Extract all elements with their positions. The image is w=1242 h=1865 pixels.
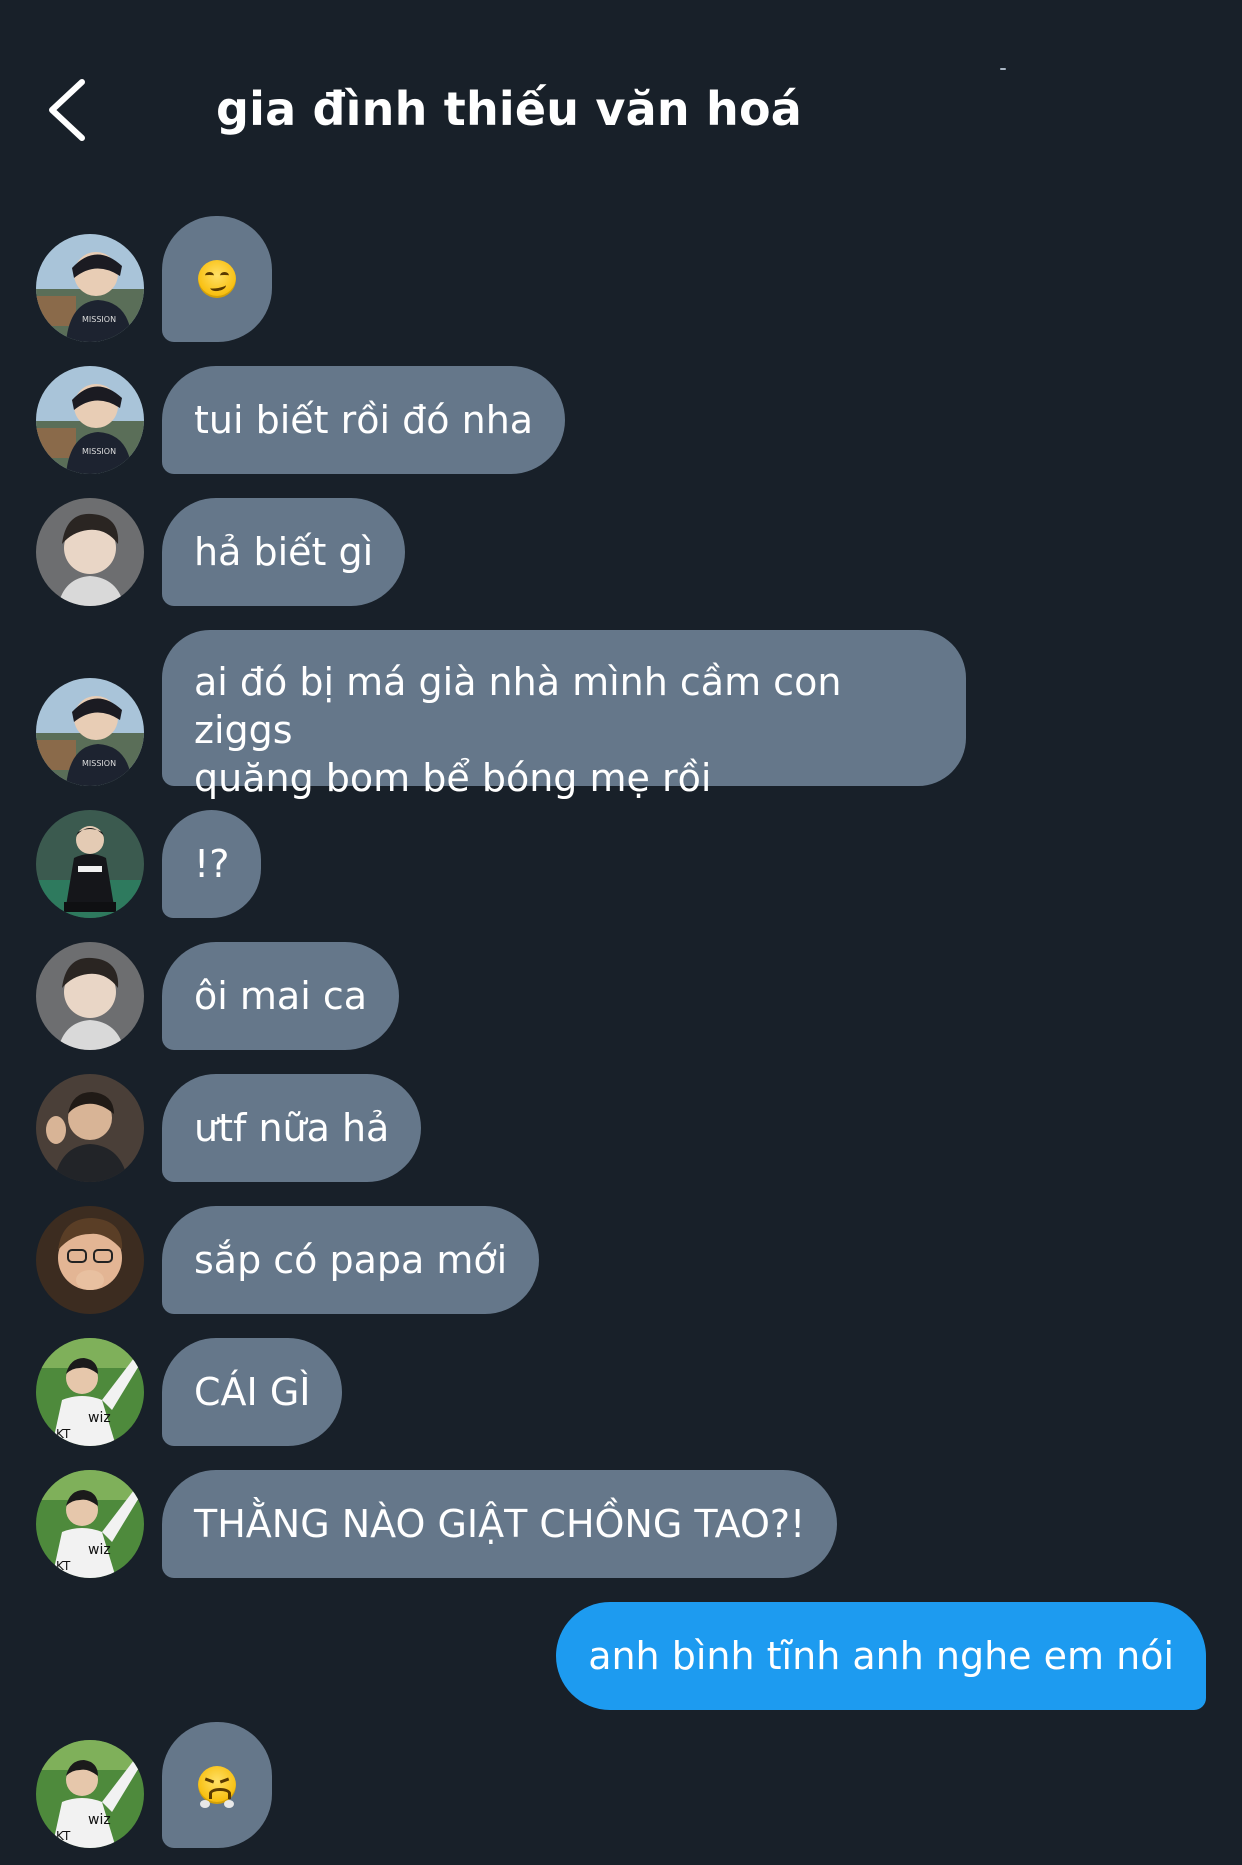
back-button[interactable] <box>40 70 100 150</box>
chat-screen: gia đình thiếu văn hoá MISSION MISSION t… <box>0 0 1242 1865</box>
message-text: ưtf nữa hả <box>194 1106 390 1150</box>
svg-text:wiz: wiz <box>88 1410 111 1426</box>
message-bubble[interactable]: CÁI GÌ <box>162 1338 343 1446</box>
chat-header: gia đình thiếu văn hoá <box>0 0 1242 200</box>
message-bubble[interactable]: ưtf nữa hả <box>162 1074 422 1182</box>
message-bubble[interactable]: tui biết rồi đó nha <box>162 366 566 474</box>
message-bubble[interactable]: !? <box>162 810 262 918</box>
avatar-image <box>36 942 144 1050</box>
message-text: !? <box>194 842 230 886</box>
svg-text:KT: KT <box>56 1559 71 1573</box>
avatar-user-b[interactable] <box>36 498 144 606</box>
message-text: sắp có papa mới <box>194 1238 508 1282</box>
message-bubble[interactable]: THẰNG NÀO GIẬT CHỒNG TAO?! <box>162 1470 838 1578</box>
message-text: THẰNG NÀO GIẬT CHỒNG TAO?! <box>194 1502 806 1546</box>
svg-text:MISSION: MISSION <box>82 447 116 456</box>
avatar-image: KT wiz <box>36 1470 144 1578</box>
svg-text:wiz: wiz <box>88 1542 111 1558</box>
avatar-user-f[interactable]: KT wiz <box>36 1740 144 1848</box>
chevron-left-icon <box>49 79 85 141</box>
message-text: CÁI GÌ <box>194 1370 311 1414</box>
angry-huff-emoji-icon <box>198 1766 236 1808</box>
avatar-image <box>36 498 144 606</box>
svg-text:wiz: wiz <box>88 1812 111 1828</box>
message-bubble[interactable] <box>162 216 272 342</box>
avatar-user-e[interactable] <box>36 1206 144 1314</box>
svg-text:MISSION: MISSION <box>82 315 116 324</box>
message-text: hả biết gì <box>194 530 374 574</box>
avatar-user-f[interactable]: KT wiz <box>36 1338 144 1446</box>
avatar-image: MISSION <box>36 678 144 786</box>
message-bubble[interactable]: hả biết gì <box>162 498 406 606</box>
avatar-image: KT wiz <box>36 1740 144 1848</box>
avatar-image <box>36 810 144 918</box>
avatar-user-b[interactable] <box>36 942 144 1050</box>
smirk-emoji-icon <box>198 260 236 298</box>
avatar-user-f[interactable]: KT wiz <box>36 1470 144 1578</box>
message-bubble[interactable] <box>162 1722 272 1848</box>
chat-title: gia đình thiếu văn hoá <box>216 82 803 136</box>
message-text-line: ai đó bị má già nhà mình cầm con ziggs <box>194 660 842 752</box>
status-dot <box>1000 68 1006 70</box>
message-bubble-outgoing[interactable]: anh bình tĩnh anh nghe em nói <box>556 1602 1206 1710</box>
avatar-image <box>36 1206 144 1314</box>
svg-text:KT: KT <box>56 1427 71 1441</box>
avatar-image <box>36 1074 144 1182</box>
message-bubble[interactable]: ôi mai ca <box>162 942 400 1050</box>
svg-text:MISSION: MISSION <box>82 759 116 768</box>
avatar-user-a[interactable]: MISSION <box>36 366 144 474</box>
message-text: ôi mai ca <box>194 974 368 1018</box>
avatar-image: MISSION <box>36 366 144 474</box>
svg-text:KT: KT <box>56 1829 71 1843</box>
message-text: tui biết rồi đó nha <box>194 398 534 442</box>
avatar-user-c[interactable] <box>36 810 144 918</box>
avatar-image: KT wiz <box>36 1338 144 1446</box>
avatar-user-d[interactable] <box>36 1074 144 1182</box>
message-text: anh bình tĩnh anh nghe em nói <box>588 1634 1174 1678</box>
message-text-line: quăng bom bể bóng mẹ rồi <box>194 756 712 800</box>
avatar-user-a[interactable]: MISSION <box>36 678 144 786</box>
message-bubble[interactable]: ai đó bị má già nhà mình cầm con ziggs q… <box>162 630 966 800</box>
message-bubble[interactable]: sắp có papa mới <box>162 1206 540 1314</box>
avatar-image: MISSION <box>36 234 144 342</box>
avatar-user-a[interactable]: MISSION <box>36 234 144 342</box>
